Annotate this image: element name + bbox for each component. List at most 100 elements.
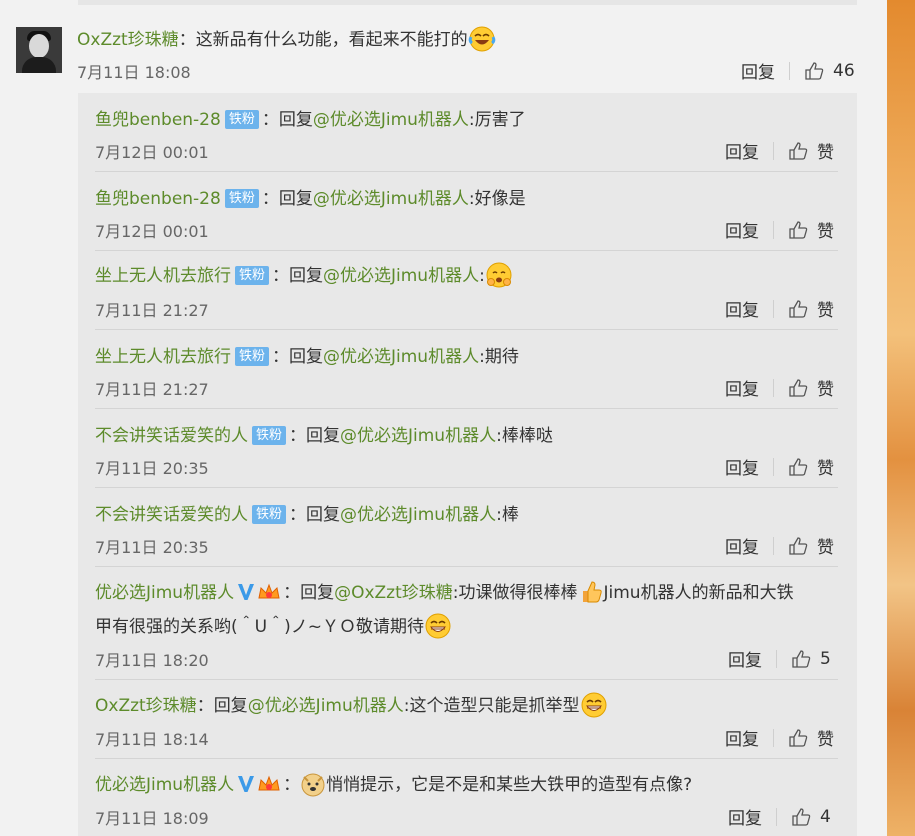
reply-button[interactable]: 回复 [741,58,775,83]
reply-username[interactable]: OxZzt珍珠糖 [95,696,197,716]
thumbs-up-icon[interactable] [788,728,808,748]
reply-button[interactable]: 回复 [725,296,759,321]
grin-emoji-icon [581,692,606,718]
like-button-label[interactable]: 赞 [817,725,834,750]
mention-link[interactable]: @优必选Jimu机器人 [340,426,496,446]
reply-time: 7月11日 18:20 [95,651,209,670]
like-button-label[interactable]: 赞 [817,375,834,400]
reply-time: 7月12日 00:01 [95,143,209,162]
reply-username[interactable]: 不会讲笑话爱笑的人 [95,426,248,446]
divider [95,329,838,330]
thumbs-up-icon[interactable] [788,457,808,477]
reply-actions: 回复 4 [728,804,831,830]
thumbs-up-icon[interactable] [788,536,808,556]
grin-emoji-icon [425,613,451,639]
reply-time: 7月11日 18:09 [95,809,209,828]
reply-button[interactable]: 回复 [728,646,762,671]
background-image-strip [887,0,915,836]
reply-time: 7月11日 21:27 [95,301,209,320]
thumbs-up-icon[interactable] [791,649,811,669]
reply-username[interactable]: 不会讲笑话爱笑的人 [95,505,248,525]
mention-link[interactable]: @OxZzt珍珠糖 [334,583,453,603]
verified-v-icon [238,776,255,792]
thumbs-up-icon[interactable] [788,220,808,240]
reply-time: 7月11日 18:14 [95,730,209,749]
reply-item: 坐上无人机去旅行 铁粉 ：回复@优必选Jimu机器人:期待 [95,347,519,367]
thumbs-up-icon[interactable] [788,378,808,398]
main-comment-text: OxZzt珍珠糖：这新品有什么功能，看起来不能打的 [77,25,496,53]
reply-actions: 回复 赞 [725,375,834,400]
fan-badge: 铁粉 [224,110,259,129]
reply-username[interactable]: 鱼兜benben-28 [95,189,221,209]
reply-time: 7月12日 00:01 [95,222,209,241]
reply-item: 优必选Jimu机器人 ：回复@OxZzt珍珠糖:功课做得很棒棒 Jimu机器人的新品… [95,578,794,605]
fan-badge: 铁粉 [235,266,270,285]
reply-content: :期待 [479,347,519,367]
top-divider [78,0,857,5]
user-avatar[interactable] [16,27,62,73]
reply-actions: 回复 赞 [725,217,834,242]
comment-panel: OxZzt珍珠糖：这新品有什么功能，看起来不能打的 7月11日 18:08 回复… [0,0,887,836]
reply-item: OxZzt珍珠糖：回复@优必选Jimu机器人:这个造型只能是抓举型 [95,691,608,719]
divider [95,487,838,488]
reply-username[interactable]: 鱼兜benben-28 [95,110,221,130]
reply-button[interactable]: 回复 [725,138,759,163]
reply-item: 坐上无人机去旅行 铁粉 ：回复@优必选Jimu机器人: [95,261,513,289]
fan-badge: 铁粉 [235,347,270,366]
reply-content: :功课做得很棒棒 [452,583,578,603]
thumbs-up-icon[interactable] [788,141,808,161]
reply-actions: 回复 5 [728,646,831,672]
like-button-label[interactable]: 赞 [817,533,834,558]
reply-button[interactable]: 回复 [728,804,762,829]
verified-v-icon [238,584,255,600]
main-comment-username[interactable]: OxZzt珍珠糖 [77,30,179,50]
action-divider [789,61,790,80]
thumbs-up-emoji-icon [582,581,602,603]
reply-button[interactable]: 回复 [725,725,759,750]
reply-button[interactable]: 回复 [725,454,759,479]
reply-prefix: 回复 [289,347,324,367]
reply-button[interactable]: 回复 [725,217,759,242]
like-button-label[interactable]: 赞 [817,217,834,242]
main-comment-actions: 回复 46 [741,58,855,84]
reply-button[interactable]: 回复 [725,375,759,400]
divider [95,171,838,172]
thumbs-up-icon[interactable] [791,807,811,827]
reply-item: 不会讲笑话爱笑的人 铁粉 ：回复@优必选Jimu机器人:棒棒哒 [95,426,553,446]
mention-link[interactable]: @优必选Jimu机器人 [340,505,496,525]
reply-item: 鱼兜benben-28 铁粉 ：回复@优必选Jimu机器人:好像是 [95,189,526,209]
reply-item-line2: 甲有很强的关系哟(＾U＾)ノ~ＹＯ敬请期待 [95,612,452,640]
reply-item: 不会讲笑话爱笑的人 铁粉 ：回复@优必选Jimu机器人:棒 [95,505,519,525]
mention-link[interactable]: @优必选Jimu机器人 [323,266,479,286]
reply-username[interactable]: 优必选Jimu机器人 [95,775,234,795]
mention-link[interactable]: @优必选Jimu机器人 [313,189,469,209]
mention-link[interactable]: @优必选Jimu机器人 [248,696,404,716]
thumbs-up-icon[interactable] [804,61,824,81]
reply-actions: 回复 赞 [725,533,834,558]
main-comment-content: 这新品有什么功能，看起来不能打的 [195,30,468,50]
reply-item: 鱼兜benben-28 铁粉 ：回复@优必选Jimu机器人:厉害了 [95,110,526,130]
like-button-label[interactable]: 赞 [817,138,834,163]
reply-username[interactable]: 坐上无人机去旅行 [95,266,231,286]
like-count: 4 [820,806,831,827]
divider [95,408,838,409]
mention-link[interactable]: @优必选Jimu机器人 [313,110,469,130]
reply-button[interactable]: 回复 [725,533,759,558]
like-button-label[interactable]: 赞 [817,454,834,479]
thumbs-up-icon[interactable] [788,299,808,319]
like-button-label[interactable]: 赞 [817,296,834,321]
mention-link[interactable]: @优必选Jimu机器人 [323,347,479,367]
member-crown-icon [258,583,280,599]
reply-actions: 回复 赞 [725,296,834,321]
divider [95,758,838,759]
reply-actions: 回复 赞 [725,454,834,479]
reply-time: 7月11日 20:35 [95,538,209,557]
reply-username[interactable]: 坐上无人机去旅行 [95,347,231,367]
doge-emoji-icon [301,773,325,797]
reply-username[interactable]: 优必选Jimu机器人 [95,583,234,603]
reply-prefix: 回复 [289,266,324,286]
like-count: 5 [820,648,831,669]
reply-content-line2: 甲有很强的关系哟(＾U＾)ノ~ＹＯ敬请期待 [95,617,424,637]
divider [95,566,838,567]
reply-prefix: 回复 [306,505,341,525]
